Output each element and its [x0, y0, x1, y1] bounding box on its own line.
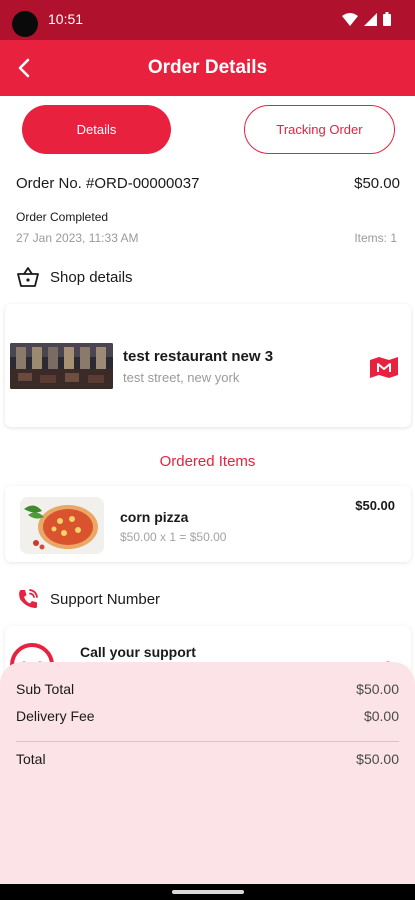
shop-card[interactable]: test restaurant new 3 test street, new y… — [5, 304, 411, 427]
delivery-fee-label: Delivery Fee — [16, 708, 95, 724]
tab-details[interactable]: Details — [22, 105, 171, 154]
total-row: Total $50.00 — [16, 751, 399, 767]
item-price: $50.00 — [355, 498, 395, 513]
item-name: corn pizza — [120, 509, 189, 525]
pizza-photo — [20, 497, 104, 554]
map-button[interactable] — [369, 355, 399, 379]
support-call-text: Call your support — [80, 644, 196, 660]
shop-address: test street, new york — [123, 370, 240, 385]
support-number-label: Support Number — [50, 590, 161, 608]
map-icon — [370, 357, 398, 378]
system-nav-bar — [0, 884, 415, 900]
signal-icon — [364, 12, 377, 26]
support-number-header: Support Number — [16, 587, 160, 611]
item-calculation: $50.00 x 1 = $50.00 — [120, 530, 227, 544]
total-label: Total — [16, 751, 46, 767]
ordered-items-title: Ordered Items — [159, 453, 256, 470]
subtotal-value: $50.00 — [356, 681, 399, 697]
home-gesture-handle[interactable] — [172, 890, 244, 894]
tab-tracking-order[interactable]: Tracking Order — [244, 105, 395, 154]
order-details-screen: 10:51 Order Details Details Tracking Ord… — [0, 0, 415, 900]
order-items-count: Items: 1 — [354, 231, 397, 245]
phone-call-icon — [19, 589, 38, 608]
shop-details-header: Shop details — [16, 266, 133, 288]
basket-icon — [17, 267, 39, 287]
item-image — [20, 497, 104, 554]
delivery-fee-row: Delivery Fee $0.00 — [16, 708, 399, 724]
shop-image — [10, 343, 113, 389]
subtotal-label: Sub Total — [16, 681, 75, 697]
delivery-fee-value: $0.00 — [363, 708, 399, 724]
subtotal-row: Sub Total $50.00 — [16, 681, 399, 697]
order-number: Order No. #ORD-00000037 — [16, 175, 200, 192]
order-summary-sheet: Sub Total $50.00 Delivery Fee $0.00 Tota… — [0, 662, 415, 900]
order-date: 27 Jan 2023, 11:33 AM — [16, 231, 139, 245]
app-bar: Order Details — [0, 40, 415, 96]
status-icons — [342, 12, 391, 26]
status-time: 10:51 — [48, 11, 84, 27]
shop-details-label: Shop details — [50, 268, 133, 286]
ordered-item-card: corn pizza $50.00 x 1 = $50.00 $50.00 — [5, 486, 411, 562]
order-amount: $50.00 — [354, 175, 400, 192]
order-status: Order Completed — [16, 210, 109, 224]
restaurant-photo — [10, 343, 113, 389]
status-bar: 10:51 — [0, 0, 415, 40]
wifi-icon — [342, 12, 358, 26]
total-value: $50.00 — [356, 751, 399, 767]
page-title: Order Details — [147, 57, 268, 78]
shop-name: test restaurant new 3 — [123, 348, 274, 365]
battery-icon — [383, 12, 391, 26]
summary-divider — [16, 741, 399, 742]
camera-cutout — [12, 11, 38, 37]
